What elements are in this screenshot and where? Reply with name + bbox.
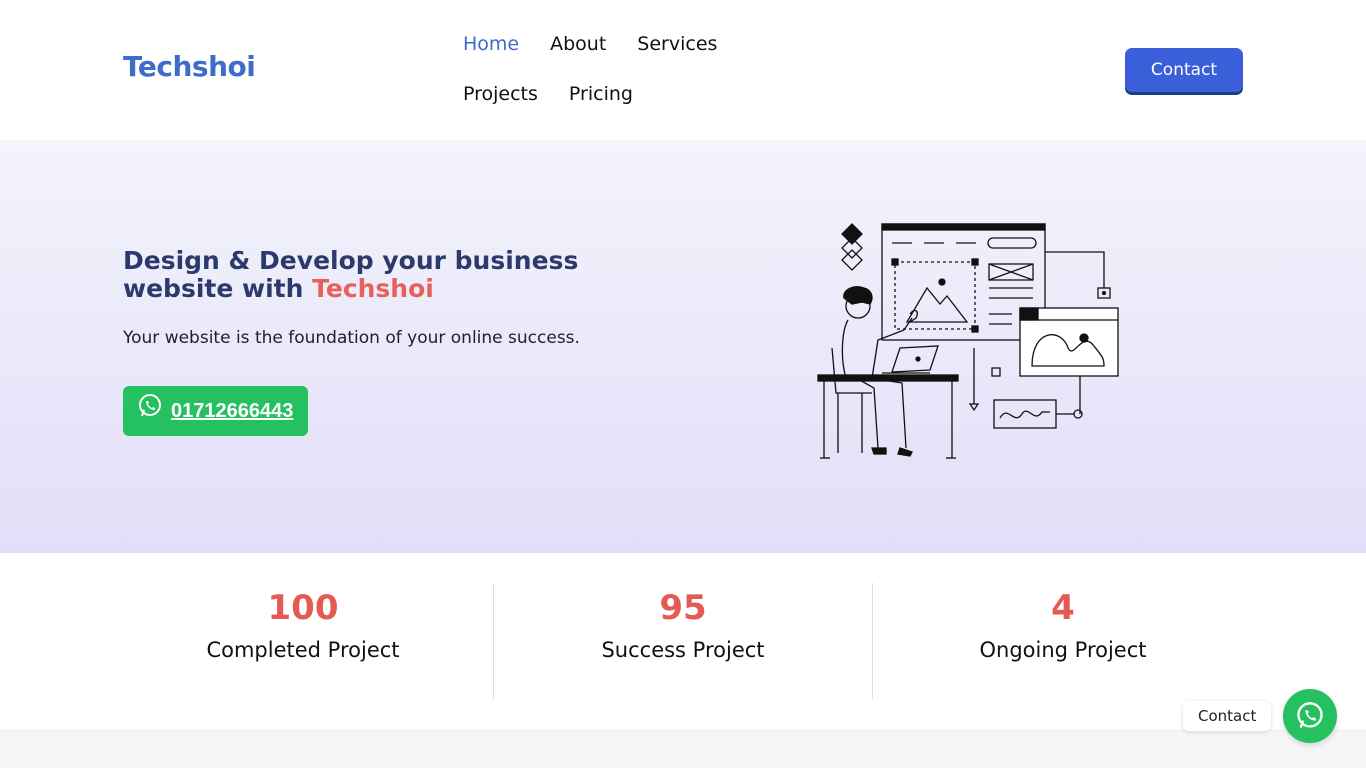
phone-number: 01712666443 [171, 399, 294, 422]
stat-value: 95 [659, 588, 707, 628]
stat-completed: 100 Completed Project [113, 583, 493, 699]
nav-projects[interactable]: Projects [463, 75, 538, 125]
stat-label: Success Project [601, 638, 765, 662]
whatsapp-phone-button[interactable]: 01712666443 [123, 386, 308, 436]
stat-value: 4 [1051, 588, 1075, 628]
hero-section: Design & Develop your business website w… [0, 140, 1366, 553]
nav-about[interactable]: About [550, 25, 606, 75]
hero-title: Design & Develop your business website w… [123, 247, 683, 303]
hero-subtitle: Your website is the foundation of your o… [123, 328, 580, 348]
whatsapp-icon [1297, 702, 1323, 728]
web-design-illustration [817, 223, 1119, 459]
stats-section: 100 Completed Project 95 Success Project… [0, 553, 1366, 729]
main-nav: Home About Services Projects Pricing [463, 25, 843, 125]
floating-contact-label[interactable]: Contact [1183, 701, 1272, 731]
header-contact-button[interactable]: Contact [1125, 48, 1243, 92]
stat-ongoing: 4 Ongoing Project [873, 583, 1253, 699]
nav-pricing[interactable]: Pricing [569, 75, 633, 125]
next-section-band [0, 729, 1366, 768]
site-header: Techshoi Home About Services Projects Pr… [0, 0, 1366, 140]
nav-services[interactable]: Services [637, 25, 717, 75]
whatsapp-icon [139, 394, 161, 417]
brand-logo[interactable]: Techshoi [123, 50, 256, 83]
floating-whatsapp-button[interactable] [1283, 689, 1337, 743]
hero-title-accent: Techshoi [312, 274, 434, 303]
stat-value: 100 [267, 588, 339, 628]
nav-home[interactable]: Home [463, 25, 519, 75]
stat-label: Ongoing Project [979, 638, 1147, 662]
stat-success: 95 Success Project [493, 583, 873, 699]
stat-label: Completed Project [206, 638, 400, 662]
